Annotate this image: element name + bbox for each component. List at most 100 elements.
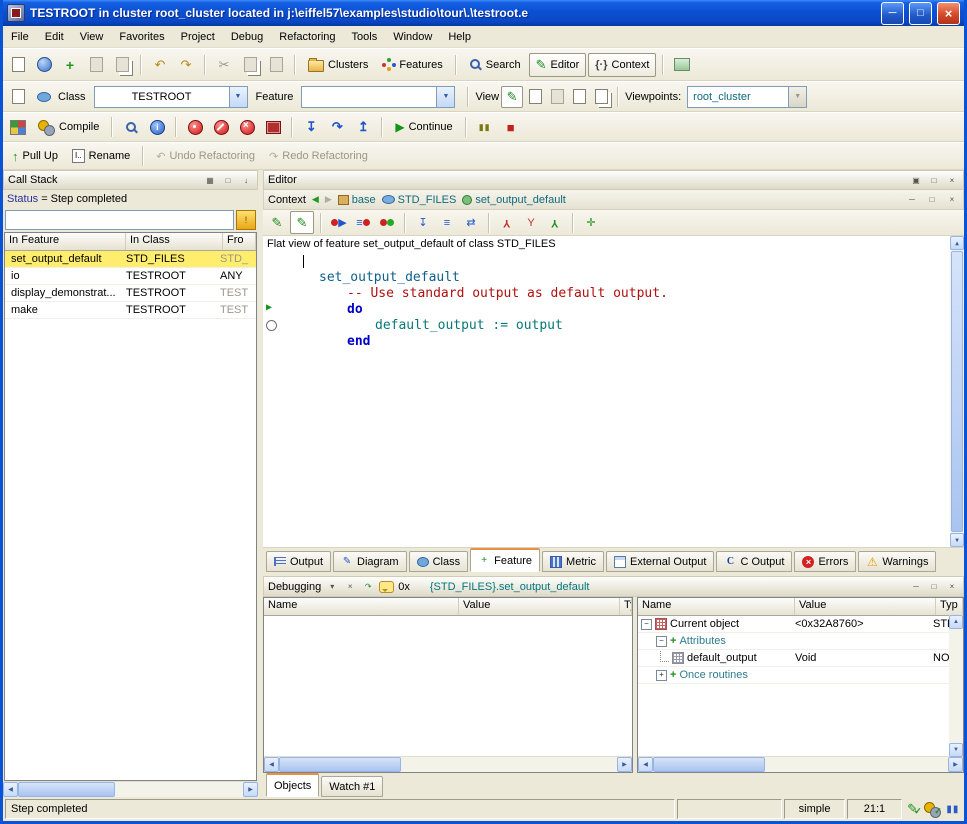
call-stack-filter-input[interactable] [5,210,234,230]
debugging-header[interactable]: Debugging ▾ × ↷ 0x {STD_FILES}.set_outpu… [263,576,964,597]
debugging-minimize-button[interactable]: ─ [909,580,923,593]
continue-button[interactable]: ▶ Continue [389,116,458,138]
scroll-right-button[interactable]: ▶ [243,782,258,797]
save-button[interactable] [84,54,108,76]
clusters-button[interactable]: Clusters [302,54,374,76]
scroll-left-button[interactable]: ◀ [3,782,18,797]
contract-view-button[interactable] [569,87,589,107]
line-numbers-button[interactable]: ≡ [436,212,458,233]
call-stack-row[interactable]: make TESTROOT TEST [5,302,256,319]
column-type[interactable]: Typ [936,598,963,615]
ignore-breakpoints-button[interactable] [209,116,233,138]
scroll-thumb[interactable] [951,251,963,532]
ancestors-button[interactable]: Y [496,212,518,233]
class-combo-dropdown[interactable]: ▼ [229,87,247,107]
dock-panel-button[interactable]: ↓ [239,174,253,187]
tab-c-output[interactable]: CC Output [716,551,792,572]
column-value[interactable]: Value [459,598,620,615]
tab-warnings[interactable]: ⚠Warnings [858,551,936,572]
menu-debug[interactable]: Debug [223,27,271,47]
editor-close-button[interactable]: × [945,174,959,187]
feature-combo[interactable]: ▼ [301,86,455,108]
menu-file[interactable]: File [3,27,37,47]
menu-project[interactable]: Project [173,27,223,47]
editor-header[interactable]: Editor ▣ □ × [263,170,964,190]
breakpoint-list-button[interactable]: ≡ [352,212,374,233]
breadcrumb-class[interactable]: STD_FILES [382,194,457,206]
column-name[interactable]: Name [638,598,795,615]
expand-icon[interactable]: + [656,670,667,681]
code-line[interactable]: set_output_default [303,270,964,286]
redirect-button[interactable]: ↷ [361,580,375,593]
paste-button[interactable] [264,54,288,76]
column-type[interactable]: Type [620,598,632,615]
breakpoint-button[interactable] [183,116,207,138]
code-line[interactable]: end [303,334,964,350]
tab-errors[interactable]: ×Errors [794,551,856,572]
scroll-left-button[interactable]: ◀ [638,757,653,772]
save-call-stack-button[interactable]: ▦ [203,174,217,187]
float-panel-button[interactable]: □ [221,174,235,187]
scroll-right-button[interactable]: ▶ [948,757,963,772]
cut-button[interactable]: ✂ [212,54,236,76]
menu-edit[interactable]: Edit [37,27,72,47]
menu-refactoring[interactable]: Refactoring [271,27,343,47]
objects-vscrollbar[interactable]: ▲ ▼ [949,615,963,757]
scroll-left-button[interactable]: ◀ [264,757,279,772]
debug-screen-button[interactable] [261,116,285,138]
objects-hscrollbar[interactable]: ◀ ▶ [638,756,963,772]
editor-toggle-button[interactable]: ✎ Editor [529,53,587,77]
menu-view[interactable]: View [72,27,112,47]
flat-view-button[interactable] [547,87,567,107]
viewpoints-combo[interactable]: root_cluster ▼ [687,86,807,108]
stop-button[interactable]: ■ [499,116,523,138]
scroll-right-button[interactable]: ▶ [617,757,632,772]
edit-feature-button[interactable]: ✎ [266,212,288,233]
redo-button[interactable]: ↷ [174,54,198,76]
open-project-button[interactable] [32,54,56,76]
editable-view-button[interactable]: ✎ [501,86,523,108]
code-editor[interactable]: Flat view of feature set_output_default … [263,236,964,547]
scroll-up-button[interactable]: ▲ [950,236,964,250]
debugging-menu-button[interactable]: ▾ [325,580,339,593]
flat-contract-view-button[interactable] [591,87,611,107]
context-close-button[interactable]: × [945,193,959,206]
column-in-feature[interactable]: In Feature [5,233,126,250]
object-tree-row[interactable]: −+Attributes [638,633,963,650]
code-line[interactable]: -- Use standard output as default output… [303,286,964,302]
history-forward-button[interactable]: ▶ [325,194,332,205]
copy-button[interactable] [238,54,262,76]
menu-help[interactable]: Help [440,27,479,47]
step-out-button[interactable]: ↥ [351,116,375,138]
titlebar[interactable]: TESTROOT in cluster root_cluster located… [3,0,964,26]
scroll-down-button[interactable]: ▼ [949,743,963,757]
scroll-thumb[interactable] [653,757,765,772]
open-in-editor-button[interactable]: ✎ [290,211,314,234]
compile-button[interactable]: Compile [32,116,105,138]
swap-view-button[interactable]: ⇄ [460,212,482,233]
watch-empty-area[interactable] [264,616,632,756]
go-to-definition-button[interactable]: ▶ [328,212,350,233]
features-button[interactable]: Features [376,54,448,76]
undo-refactoring-button[interactable]: ↶ Undo Refactoring [150,145,261,167]
hex-toggle-label[interactable]: 0x [398,581,410,593]
descendants-button[interactable]: Y [520,212,542,233]
tooltip-bubble-icon[interactable] [379,581,394,593]
editor-float-button[interactable]: ▣ [909,174,923,187]
redo-refactoring-button[interactable]: ↷ Redo Refactoring [263,145,374,167]
scroll-thumb[interactable] [279,757,401,772]
search-error-button[interactable] [119,116,143,138]
object-tree-row[interactable]: −Current object <0x32A8760> STD_ [638,616,963,633]
pause-button[interactable]: ▮▮ [473,116,497,138]
tab-diagram[interactable]: ✎Diagram [333,551,407,572]
remove-breakpoints-button[interactable] [235,116,259,138]
close-button[interactable]: × [937,2,960,25]
stack-depth-button[interactable]: ! [236,210,256,230]
save-all-button[interactable] [110,54,134,76]
column-from[interactable]: Fro [223,233,256,250]
pull-up-button[interactable]: ↑ Pull Up [6,145,64,167]
object-tree-row[interactable]: default_output Void NON [638,650,963,667]
step-marker-button[interactable]: ↧ [412,212,434,233]
code-line[interactable] [303,254,964,270]
editor-vscrollbar[interactable]: ▲ ▼ [950,236,964,547]
